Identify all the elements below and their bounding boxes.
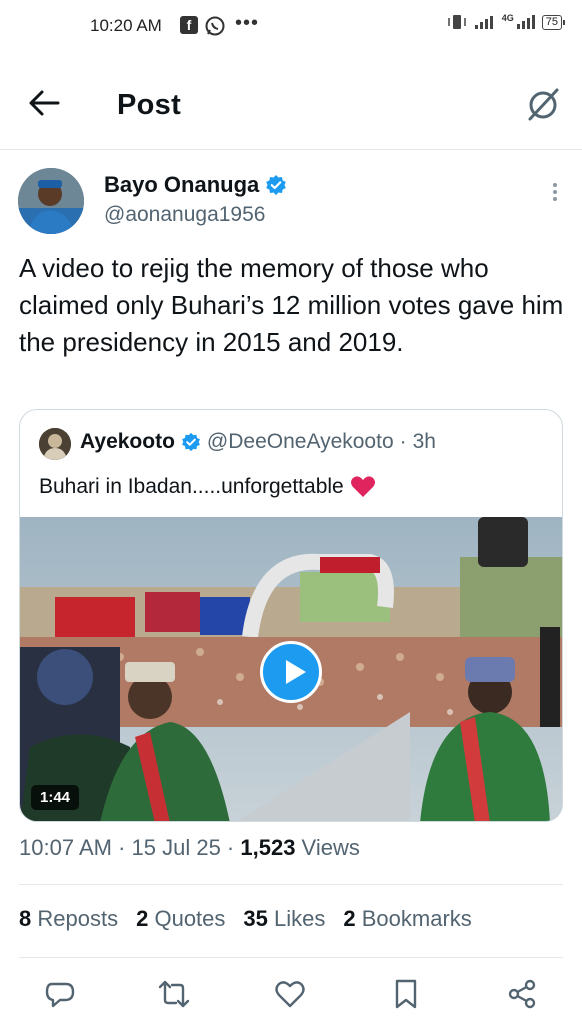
heart-icon[interactable] xyxy=(274,978,306,1010)
tweet-time: 10:07 AM xyxy=(19,835,112,860)
views-label: Views xyxy=(295,835,360,860)
page-header: Post xyxy=(0,56,582,150)
likes-label: Likes xyxy=(274,906,326,931)
more-vertical-icon[interactable] xyxy=(550,180,560,210)
page-title: Post xyxy=(117,89,182,121)
verified-badge-icon xyxy=(266,175,287,195)
battery-icon: 75 xyxy=(541,14,566,30)
tweet-stats: 8 Reposts 2 Quotes 35 Likes 2 Bookmarks xyxy=(19,906,472,932)
bookmark-icon[interactable] xyxy=(390,978,422,1010)
video-duration: 1:44 xyxy=(31,785,80,810)
play-button[interactable] xyxy=(260,641,322,703)
quoted-tweet[interactable]: Ayekooto @DeeOneAyekooto · 3h Buhari in … xyxy=(19,409,563,822)
likes-count: 35 xyxy=(243,906,268,931)
tweet-meta: 10:07 AM · 15 Jul 25 · 1,523 Views xyxy=(19,835,360,861)
quoted-avatar-image xyxy=(39,428,71,460)
quoted-age: 3h xyxy=(412,430,436,453)
vibrate-icon xyxy=(447,15,466,29)
signal-icon-2 xyxy=(516,15,535,29)
author-name-text: Bayo Onanuga xyxy=(104,172,260,197)
action-bar xyxy=(0,972,582,1020)
quoted-text: Buhari in Ibadan.....unforgettable xyxy=(39,475,344,498)
reply-icon[interactable] xyxy=(44,978,76,1010)
quoted-author-avatar xyxy=(39,428,71,460)
quoted-author-name: Ayekooto xyxy=(80,430,175,453)
network-type: 4G xyxy=(501,13,514,23)
facebook-notification-icon: f xyxy=(180,16,198,34)
divider xyxy=(19,957,563,958)
quotes-count: 2 xyxy=(136,906,149,931)
quoted-separator: · xyxy=(399,430,407,453)
quoted-author-handle: @DeeOneAyekooto xyxy=(206,430,394,453)
heart-emoji-icon xyxy=(350,476,375,497)
whatsapp-notification-icon xyxy=(205,16,225,36)
status-bar: 10:20 AM f ••• 4G 75 xyxy=(0,0,582,56)
status-time: 10:20 AM xyxy=(90,16,162,35)
tweet-date: 15 Jul 25 xyxy=(131,835,221,860)
bookmarks-count: 2 xyxy=(343,906,356,931)
author-avatar[interactable] xyxy=(18,168,84,234)
likes-stat[interactable]: 35 Likes xyxy=(243,906,325,932)
views-count: 1,523 xyxy=(240,835,296,860)
author-handle[interactable]: @aonanuga1956 xyxy=(104,203,265,227)
reposts-label: Reposts xyxy=(37,906,119,931)
signal-icon xyxy=(474,16,493,29)
verified-badge-icon xyxy=(181,432,200,452)
quoted-header: Ayekooto @DeeOneAyekooto · 3h xyxy=(80,430,436,454)
quoted-text-row: Buhari in Ibadan.....unforgettable xyxy=(39,475,376,499)
status-right: 4G 75 xyxy=(446,13,566,30)
divider xyxy=(19,884,563,885)
bookmarks-label: Bookmarks xyxy=(361,906,472,931)
bookmarks-stat[interactable]: 2 Bookmarks xyxy=(343,906,471,932)
retweet-icon[interactable] xyxy=(158,978,190,1010)
share-icon[interactable] xyxy=(506,978,538,1010)
more-notifications-icon: ••• xyxy=(235,12,260,34)
tweet-text: A video to rejig the memory of those who… xyxy=(19,253,564,357)
reposts-stat[interactable]: 8 Reposts xyxy=(19,906,118,932)
author-name[interactable]: Bayo Onanuga xyxy=(104,172,287,198)
meta-separator: · xyxy=(220,835,241,860)
video-thumbnail[interactable]: 1:44 xyxy=(20,517,562,821)
author-avatar-image xyxy=(18,168,84,234)
meta-separator: · xyxy=(111,835,132,860)
reposts-count: 8 xyxy=(19,906,32,931)
quotes-label: Quotes xyxy=(154,906,226,931)
quotes-stat[interactable]: 2 Quotes xyxy=(136,906,225,932)
grok-icon[interactable] xyxy=(524,86,562,124)
arrow-left-icon[interactable] xyxy=(26,88,62,118)
